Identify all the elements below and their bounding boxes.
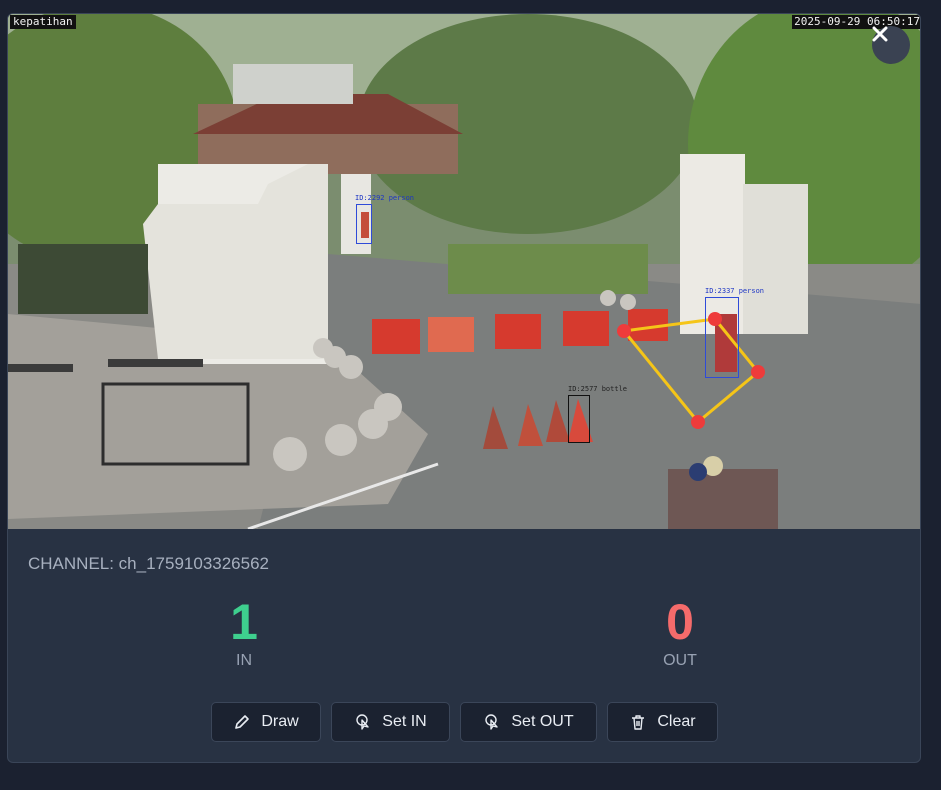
detection-box (705, 297, 739, 378)
out-count: 0 (666, 594, 694, 650)
out-label: OUT (663, 652, 697, 669)
pointer-click-icon (483, 713, 501, 731)
detection-box (568, 395, 590, 443)
camera-timestamp: 2025-09-29 06:50:17 (792, 15, 920, 29)
set-out-button[interactable]: Set OUT (460, 702, 597, 742)
in-count: 1 (230, 594, 258, 650)
in-label: IN (236, 652, 252, 669)
clear-label: Clear (657, 713, 696, 730)
clear-button[interactable]: Clear (607, 702, 718, 742)
zone-point (691, 415, 705, 429)
in-counter: 1 IN (184, 594, 304, 670)
set-in-label: Set IN (382, 713, 427, 730)
channel-label: CHANNEL: ch_1759103326562 (28, 554, 270, 573)
detection-box (356, 204, 372, 244)
draw-button[interactable]: Draw (211, 702, 321, 742)
camera-scene (8, 14, 920, 529)
draw-label: Draw (261, 713, 299, 730)
camera-feed[interactable]: ID:2292 person ID:2337 person ID:2577 bo… (8, 14, 920, 529)
out-counter: 0 OUT (620, 594, 740, 670)
set-in-button[interactable]: Set IN (331, 702, 450, 742)
pointer-click-icon (354, 713, 372, 731)
detection-label: ID:2577 bottle (568, 385, 628, 393)
detection-label: ID:2292 person (355, 194, 415, 202)
zone-point (617, 324, 631, 338)
close-button[interactable] (872, 26, 910, 64)
trash-icon (629, 713, 647, 731)
camera-name: kepatihan (10, 15, 76, 29)
camera-modal: ID:2292 person ID:2337 person ID:2577 bo… (7, 13, 921, 763)
pencil-icon (233, 713, 251, 731)
set-out-label: Set OUT (511, 713, 574, 730)
zone-point (751, 365, 765, 379)
detection-label: ID:2337 person (705, 287, 765, 295)
